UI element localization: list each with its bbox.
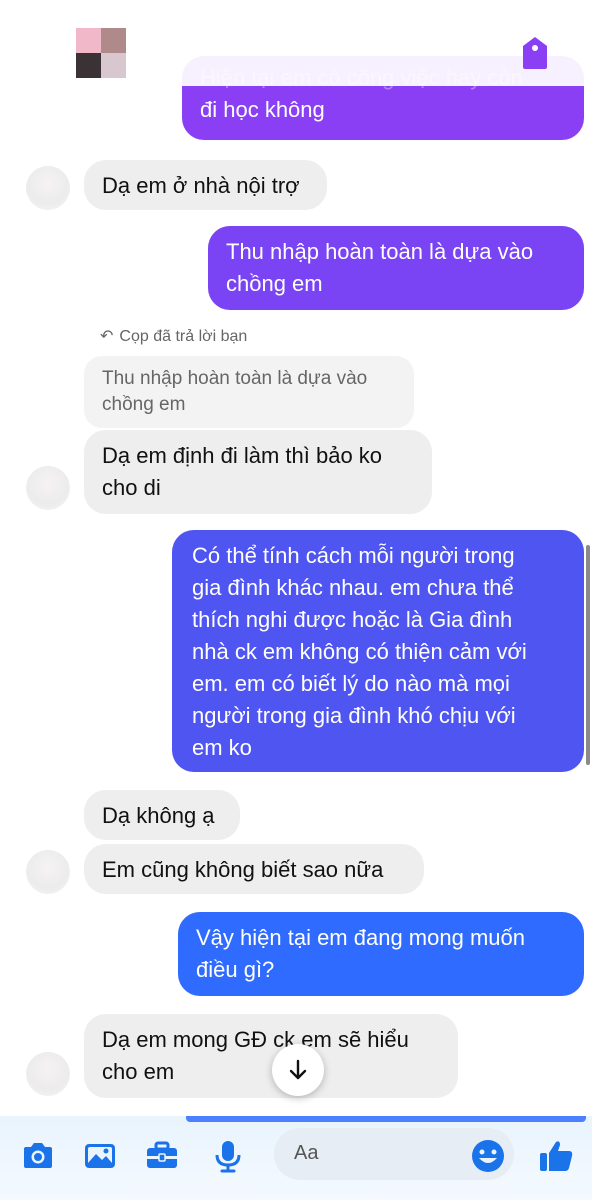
message-text: em ko: [192, 735, 252, 760]
message-text: Em cũng không biết sao nữa: [102, 857, 384, 882]
contact-avatar-small[interactable]: [26, 166, 70, 210]
message-text: Vậy hiện tại em đang mong muốn: [196, 925, 525, 950]
message-text: Dạ em định đi làm thì bảo ko: [102, 443, 383, 468]
camera-icon[interactable]: [20, 1138, 56, 1174]
incoming-message[interactable]: Dạ em định đi làm thì bảo ko cho di: [84, 430, 432, 514]
message-text: nhà ck em không có thiện cảm với: [192, 639, 527, 664]
message-text: Thu nhập hoàn toàn là dựa vào: [226, 239, 534, 264]
quote-text: chồng em: [102, 394, 186, 415]
message-text: thích nghi được hoặc là Gia đình: [192, 607, 513, 632]
emoji-icon[interactable]: [470, 1138, 506, 1174]
reply-note-text: Cọp đã trả lời bạn: [119, 328, 248, 345]
message-text: cho em: [102, 1059, 175, 1084]
outgoing-message-edge: [186, 1116, 586, 1122]
contact-avatar-small[interactable]: [26, 466, 70, 510]
reply-arrow-icon: ↶: [100, 328, 114, 345]
tag-icon[interactable]: [522, 36, 548, 70]
outgoing-message[interactable]: Vậy hiện tại em đang mong muốn điều gì?: [178, 912, 584, 996]
incoming-message[interactable]: Dạ không ạ: [84, 790, 240, 840]
arrow-down-icon: [289, 1059, 307, 1080]
scrollbar-thumb[interactable]: [586, 545, 590, 765]
conversation-header: [0, 0, 592, 86]
message-text: Dạ không ạ: [102, 803, 215, 828]
contact-avatar-small[interactable]: [26, 850, 70, 894]
gallery-icon[interactable]: [82, 1138, 118, 1174]
message-text: Có thể tính cách mỗi người trong: [192, 543, 515, 568]
incoming-message[interactable]: Em cũng không biết sao nữa: [84, 844, 424, 894]
contact-avatar[interactable]: [76, 28, 126, 78]
briefcase-icon[interactable]: [144, 1138, 180, 1174]
message-text: Dạ em mong GĐ ck em sẽ hiểu: [102, 1027, 409, 1052]
incoming-message[interactable]: Dạ em ở nhà nội trợ: [84, 160, 327, 210]
message-text: người trong gia đình khó chịu với: [192, 703, 516, 728]
outgoing-message[interactable]: Có thể tính cách mỗi người trong gia đìn…: [172, 530, 584, 772]
outgoing-message[interactable]: Thu nhập hoàn toàn là dựa vào chồng em: [208, 226, 584, 310]
reply-indicator: ↶ Cọp đã trả lời bạn: [100, 326, 247, 346]
scroll-to-bottom-button[interactable]: [272, 1044, 324, 1096]
message-text: cho di: [102, 475, 161, 500]
thumbs-up-icon[interactable]: [538, 1138, 574, 1174]
mic-icon[interactable]: [210, 1138, 246, 1174]
quoted-message[interactable]: Thu nhập hoàn toàn là dựa vào chồng em: [84, 356, 414, 428]
quote-text: Thu nhập hoàn toàn là dựa vào: [102, 368, 368, 389]
message-text: điều gì?: [196, 957, 275, 982]
message-text: đi học không: [200, 97, 325, 122]
message-text: gia đình khác nhau. em chưa thể: [192, 575, 514, 600]
contact-avatar-small[interactable]: [26, 1052, 70, 1096]
message-input-placeholder: Aa: [294, 1142, 319, 1164]
incoming-message[interactable]: Dạ em mong GĐ ck em sẽ hiểu cho em: [84, 1014, 458, 1098]
message-text: chồng em: [226, 271, 323, 296]
message-text: em. em có biết lý do nào mà mọi: [192, 671, 510, 696]
message-text: Dạ em ở nhà nội trợ: [102, 173, 300, 198]
